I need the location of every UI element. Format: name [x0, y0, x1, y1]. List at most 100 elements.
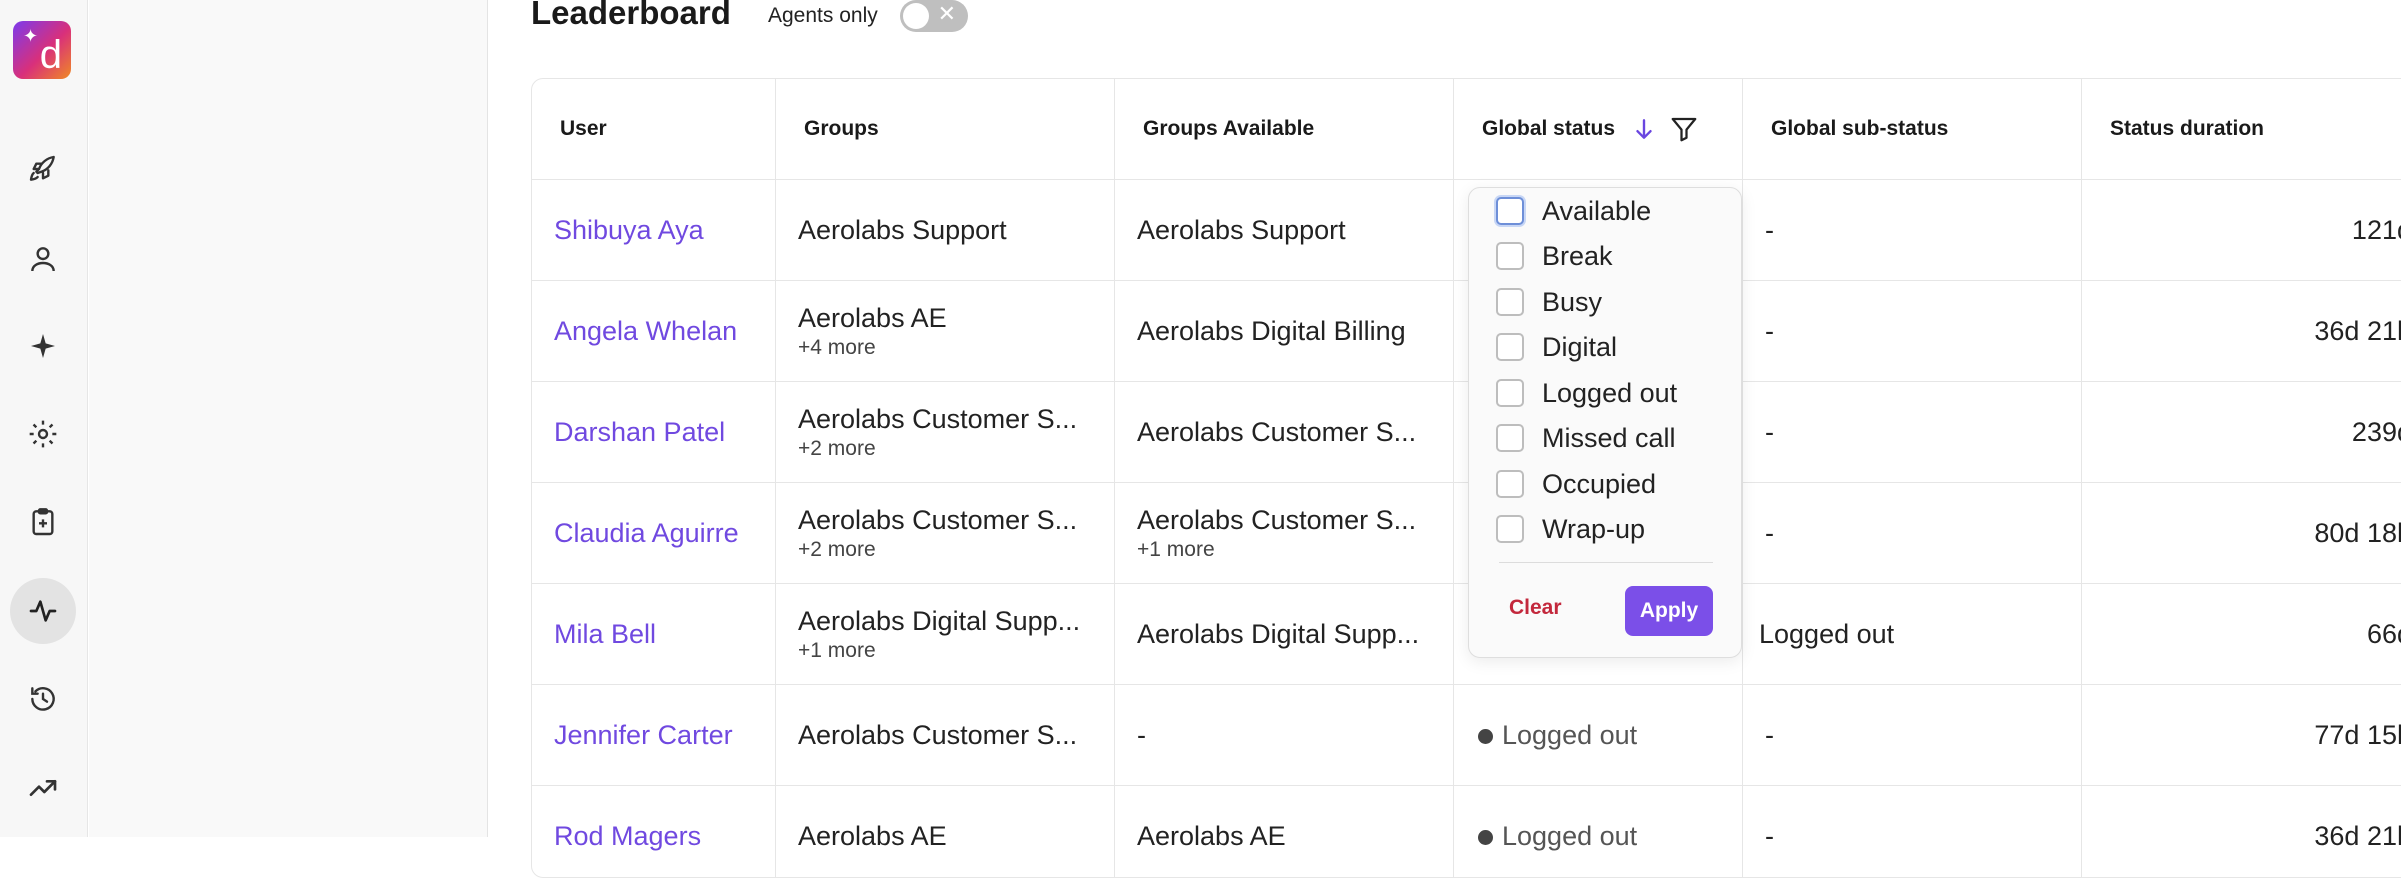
sub-status-value: Logged out: [1759, 618, 1895, 649]
logo-letter: d: [39, 33, 62, 77]
user-link[interactable]: Jennifer Carter: [532, 685, 776, 785]
user-name[interactable]: Claudia Aguirre: [554, 518, 775, 549]
sub-status-value: -: [1765, 517, 1774, 548]
groups-more-link[interactable]: +2 more: [798, 538, 1114, 562]
filter-option-break[interactable]: Break: [1496, 239, 1613, 273]
agents-only-label: Agents only: [768, 4, 878, 27]
checkbox[interactable]: [1496, 470, 1524, 498]
user-name[interactable]: Rod Magers: [554, 821, 775, 852]
agents-only-toggle[interactable]: ✕: [900, 0, 968, 32]
user-link[interactable]: Rod Magers: [532, 786, 776, 877]
activity-icon[interactable]: [10, 578, 76, 644]
groups-more-link[interactable]: +2 more: [798, 437, 1114, 461]
user-link[interactable]: Shibuya Aya: [532, 180, 776, 280]
checkbox[interactable]: [1496, 197, 1524, 225]
table-row[interactable]: Darshan Patel Aerolabs Customer S... +2 …: [532, 381, 2401, 482]
filter-option-wrap-up[interactable]: Wrap-up: [1496, 512, 1645, 546]
status-value: Logged out: [1502, 820, 1638, 851]
groups-available-cell: Aerolabs Customer S...: [1115, 382, 1454, 482]
checkbox[interactable]: [1496, 288, 1524, 316]
column-header-status-duration[interactable]: Status duration: [2082, 79, 2401, 179]
groups-available-cell: Aerolabs Customer S... +1 more: [1115, 483, 1454, 583]
duration-value: 239d: [2351, 416, 2401, 447]
groups-cell: Aerolabs Customer S...: [776, 685, 1115, 785]
filter-option-digital[interactable]: Digital: [1496, 330, 1617, 364]
groups-value: Aerolabs AE: [798, 302, 947, 333]
table-row[interactable]: Rod Magers Aerolabs AE Aerolabs AE Logge…: [532, 785, 2401, 877]
column-header-label: Groups Available: [1143, 117, 1315, 140]
user-name[interactable]: Angela Whelan: [554, 316, 775, 347]
sub-status-value: -: [1765, 820, 1774, 851]
column-header-label: Status duration: [2110, 117, 2265, 140]
groups-more-link[interactable]: +4 more: [798, 336, 1114, 360]
column-header-global-status[interactable]: Global status: [1454, 79, 1743, 179]
filter-option-logged-out[interactable]: Logged out: [1496, 376, 1677, 410]
groups-cell: Aerolabs Customer S... +2 more: [776, 483, 1115, 583]
user-name[interactable]: Darshan Patel: [554, 417, 775, 448]
column-header-label: Groups: [804, 117, 879, 140]
user-name[interactable]: Jennifer Carter: [554, 720, 775, 751]
toggle-knob: [903, 3, 929, 29]
sparkle-icon[interactable]: [10, 313, 76, 379]
history-icon[interactable]: [10, 666, 76, 732]
user-link[interactable]: Darshan Patel: [532, 382, 776, 482]
checkbox[interactable]: [1496, 242, 1524, 270]
checkbox[interactable]: [1496, 379, 1524, 407]
secondary-nav-panel: [89, 0, 488, 837]
option-label: Logged out: [1542, 377, 1678, 408]
filter-option-missed-call[interactable]: Missed call: [1496, 421, 1676, 455]
column-header-user[interactable]: User: [532, 79, 776, 179]
checkbox[interactable]: [1496, 333, 1524, 361]
groups-more-link[interactable]: +1 more: [798, 639, 1114, 663]
sub-status-cell: -: [1743, 685, 2082, 785]
table-row[interactable]: Shibuya Aya Aerolabs Support Aerolabs Su…: [532, 179, 2401, 280]
groups-available-cell: Aerolabs Digital Supp...: [1115, 584, 1454, 684]
column-header-groups[interactable]: Groups: [776, 79, 1115, 179]
user-name[interactable]: Shibuya Aya: [554, 215, 775, 246]
groups-available-cell: Aerolabs Digital Billing: [1115, 281, 1454, 381]
trending-icon[interactable]: [10, 755, 76, 821]
user-icon[interactable]: [10, 226, 76, 292]
user-name[interactable]: Mila Bell: [554, 619, 775, 650]
user-link[interactable]: Mila Bell: [532, 584, 776, 684]
checkbox[interactable]: [1496, 424, 1524, 452]
groups-available-more-link[interactable]: +1 more: [1137, 538, 1453, 562]
duration-value: 121d: [2351, 214, 2401, 245]
column-header-groups-available[interactable]: Groups Available: [1115, 79, 1454, 179]
filter-option-busy[interactable]: Busy: [1496, 285, 1602, 319]
user-link[interactable]: Claudia Aguirre: [532, 483, 776, 583]
main-content: Leaderboard Agents only ✕ User Groups Gr…: [489, 0, 2401, 878]
clear-button[interactable]: Clear: [1509, 596, 1562, 620]
duration-cell: 66d: [2082, 584, 2401, 684]
table-row[interactable]: Angela Whelan Aerolabs AE +4 more Aerola…: [532, 280, 2401, 381]
groups-available-value: Aerolabs AE: [1137, 820, 1286, 851]
sub-status-cell: Logged out: [1743, 584, 2082, 684]
apply-button[interactable]: Apply: [1625, 586, 1713, 636]
groups-available-value: Aerolabs Customer S...: [1137, 504, 1417, 535]
app-logo[interactable]: ✦ d: [13, 21, 71, 79]
table-row[interactable]: Claudia Aguirre Aerolabs Customer S... +…: [532, 482, 2401, 583]
checkbox[interactable]: [1496, 515, 1524, 543]
icon-rail: ✦ d: [0, 0, 88, 837]
filter-icon[interactable]: [1669, 114, 1699, 144]
table-row[interactable]: Mila Bell Aerolabs Digital Supp... +1 mo…: [532, 583, 2401, 684]
sub-status-value: -: [1765, 315, 1774, 346]
groups-available-cell: Aerolabs AE: [1115, 786, 1454, 877]
sub-status-cell: -: [1743, 180, 2082, 280]
duration-value: 66d: [2366, 618, 2401, 649]
user-link[interactable]: Angela Whelan: [532, 281, 776, 381]
option-label: Occupied: [1542, 468, 1657, 499]
duration-cell: 36d 21h: [2082, 281, 2401, 381]
sort-arrow-down-icon[interactable]: [1631, 116, 1657, 142]
rocket-icon[interactable]: [10, 136, 76, 202]
filter-option-available[interactable]: Available: [1496, 194, 1651, 228]
clipboard-icon[interactable]: [10, 489, 76, 555]
sub-status-cell: -: [1743, 382, 2082, 482]
table-row[interactable]: Jennifer Carter Aerolabs Customer S... -…: [532, 684, 2401, 785]
filter-option-occupied[interactable]: Occupied: [1496, 467, 1656, 501]
gear-icon[interactable]: [10, 401, 76, 467]
groups-available-value: Aerolabs Digital Billing: [1137, 315, 1406, 346]
column-header-global-sub-status[interactable]: Global sub-status: [1743, 79, 2082, 179]
sub-status-cell: -: [1743, 281, 2082, 381]
column-header-label: User: [560, 117, 607, 140]
